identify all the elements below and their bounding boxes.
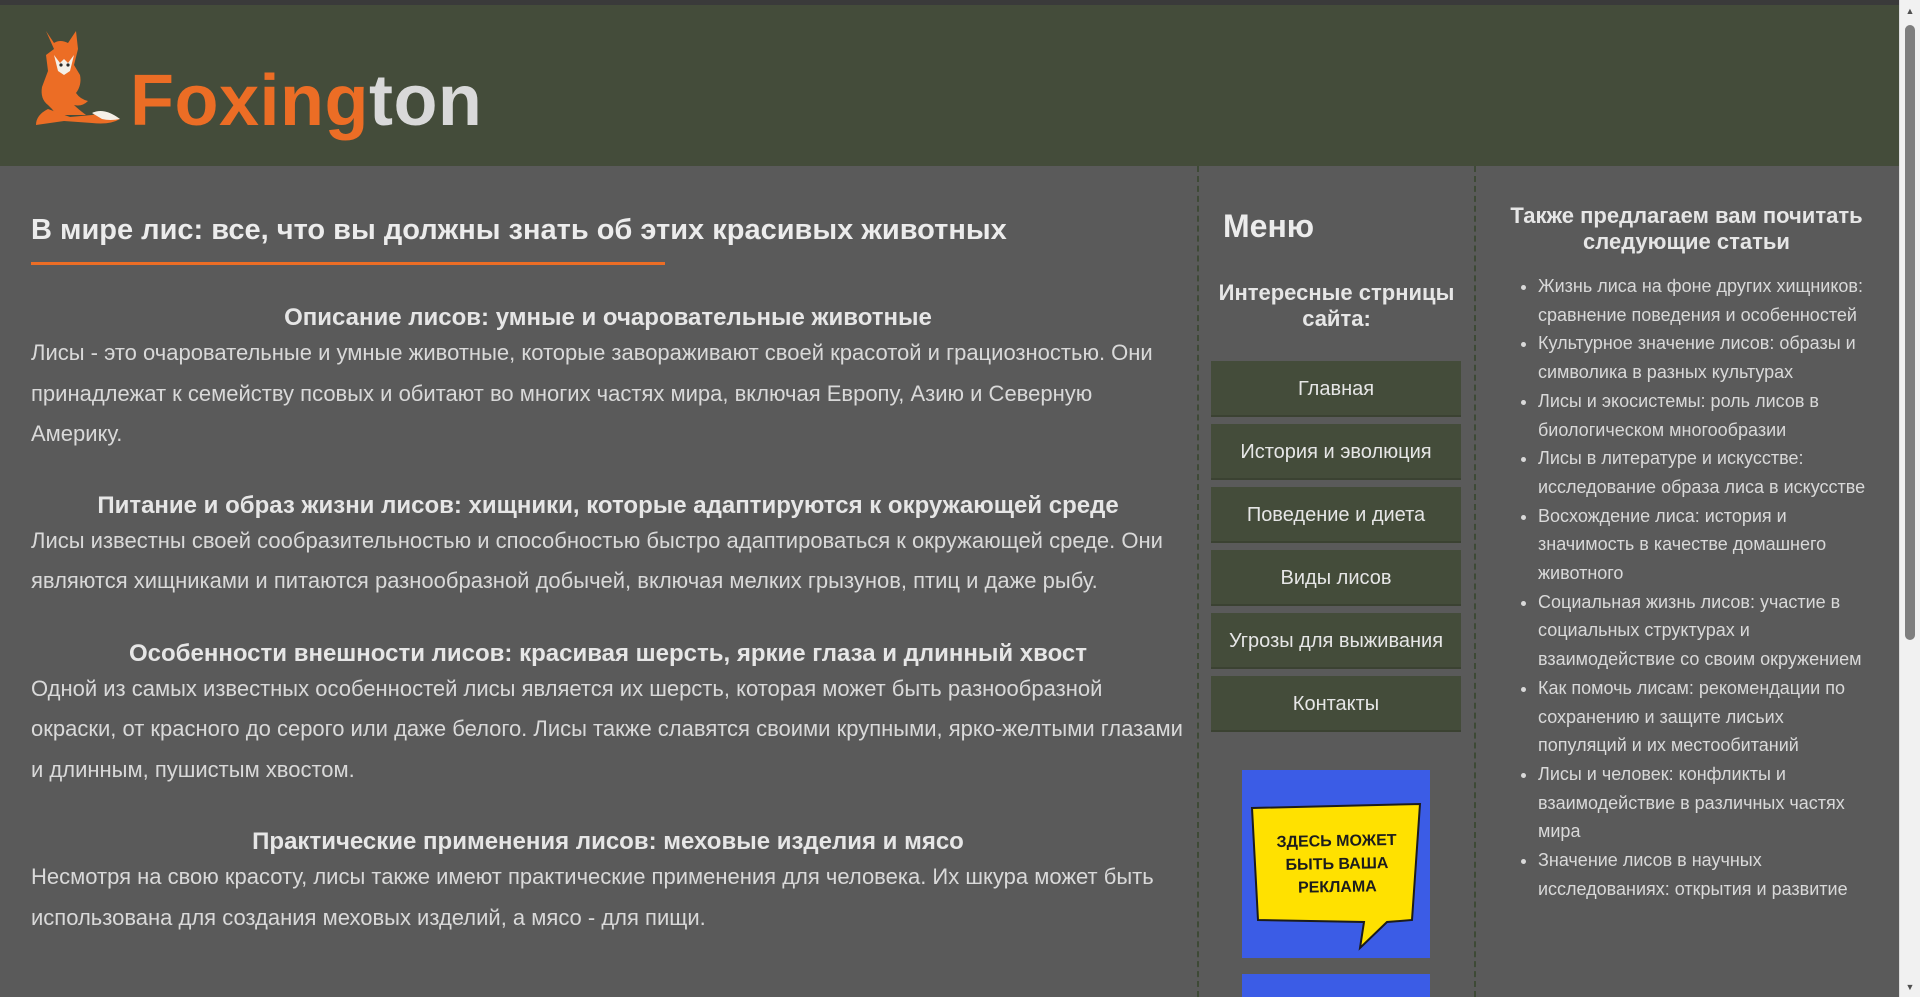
site-header: Foxington (0, 5, 1899, 166)
menu-subtitle: Интересные стрницы сайта: (1218, 280, 1455, 331)
scroll-up-arrow-icon[interactable]: ▲ (1900, 3, 1920, 19)
menu-item-history[interactable]: История и эволюция (1211, 424, 1461, 480)
article-link[interactable]: Жизнь лиса на фоне других хищников: срав… (1538, 272, 1877, 329)
logo-text-part-2: ton (368, 61, 483, 141)
menu-sidebar: Меню Интересные стрницы сайта: Главная И… (1199, 166, 1474, 997)
page: Foxington В мире лис: все, что вы должны… (0, 5, 1899, 997)
section-text: Лисы - это очаровательные и умные животн… (31, 340, 1153, 446)
scrollbar-thumb[interactable] (1905, 25, 1915, 640)
title-underline (31, 262, 665, 265)
menu-item-species[interactable]: Виды лисов (1211, 550, 1461, 606)
menu-item-contacts[interactable]: Контакты (1211, 676, 1461, 732)
section-heading: Описание лисов: умные и очаровательные ж… (284, 304, 932, 331)
article-link[interactable]: Лисы и экосистемы: роль лисов в биологич… (1538, 387, 1877, 444)
fox-icon[interactable] (30, 25, 122, 133)
vertical-scrollbar[interactable]: ▲ ▼ (1899, 0, 1920, 997)
articles-list: Жизнь лиса на фоне других хищников: срав… (1496, 272, 1877, 903)
ad-banner[interactable]: ЗДЕСЬ МОЖЕТ БЫТЬ ВАША РЕКЛАМА (1242, 770, 1430, 958)
menu-title: Меню (1223, 208, 1315, 244)
scroll-down-arrow-icon[interactable]: ▼ (1900, 979, 1920, 995)
menu-item-home[interactable]: Главная (1211, 361, 1461, 417)
article-link[interactable]: Значение лисов в научных исследованиях: … (1538, 846, 1877, 903)
article-section: Описание лисов: умные и очаровательные ж… (31, 303, 1185, 455)
section-heading: Особенности внешности лисов: красивая ше… (128, 639, 1088, 667)
article-link[interactable]: Лисы и человек: конфликты и взаимодейств… (1538, 760, 1877, 846)
article-link[interactable]: Восхождение лиса: история и значимость в… (1538, 502, 1877, 588)
article-link[interactable]: Культурное значение лисов: образы и симв… (1538, 329, 1877, 386)
article-section: Питание и образ жизни лисов: хищники, ко… (31, 491, 1185, 602)
menu-item-behavior[interactable]: Поведение и диета (1211, 487, 1461, 543)
page-title: В мире лис: все, что вы должны знать об … (31, 214, 1007, 246)
articles-title: Также предлагаем вам почитать следующие … (1510, 203, 1863, 254)
article-link[interactable]: Социальная жизнь лисов: участие в социал… (1538, 588, 1877, 674)
section-text: Несмотря на свою красоту, лисы также име… (31, 864, 1154, 930)
content-area: В мире лис: все, что вы должны знать об … (0, 166, 1899, 997)
site-logo-text[interactable]: Foxington (130, 61, 482, 141)
article-section: Практические применения лисов: меховые и… (31, 827, 1185, 938)
ad-banner-second[interactable] (1242, 974, 1430, 997)
menu-nav: Главная История и эволюция Поведение и д… (1211, 361, 1462, 732)
articles-sidebar: Также предлагаем вам почитать следующие … (1476, 166, 1899, 997)
section-heading: Питание и образ жизни лисов: хищники, ко… (97, 491, 1119, 519)
menu-item-threats[interactable]: Угрозы для выживания (1211, 613, 1461, 669)
article-link[interactable]: Как помочь лисам: рекомендации по сохран… (1538, 674, 1877, 760)
ad-text: ЗДЕСЬ МОЖЕТ БЫТЬ ВАША РЕКЛАМА (1276, 831, 1397, 897)
logo-text-part-1: Foxing (130, 61, 369, 141)
section-text: Одной из самых известных особенностей ли… (31, 675, 1183, 782)
section-text: Лисы известны своей сообразительностью и… (31, 527, 1163, 594)
main-article: В мире лис: все, что вы должны знать об … (0, 166, 1197, 997)
section-heading: Практические применения лисов: меховые и… (252, 828, 964, 855)
article-link[interactable]: Лисы в литературе и искусстве: исследова… (1538, 444, 1877, 501)
article-section: Особенности внешности лисов: красивая ше… (31, 639, 1185, 791)
